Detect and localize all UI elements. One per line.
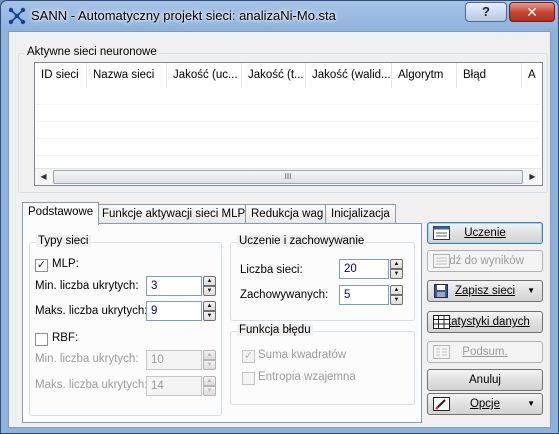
dialog-body: Aktywne sieci neuronowe ID sieci Nazwa s… bbox=[8, 31, 551, 428]
network-count-input[interactable]: 20 bbox=[339, 259, 389, 279]
title-bar[interactable]: SANN - Automatyczny projekt sieci: anali… bbox=[1, 1, 558, 30]
list-row bbox=[35, 105, 541, 122]
column-quality-validation[interactable]: Jakość (walid... bbox=[306, 63, 392, 88]
spin-up-icon[interactable]: ▲ bbox=[203, 376, 216, 386]
rbf-max-hidden-input[interactable]: 14 bbox=[146, 376, 202, 396]
chevron-down-icon: ▼ bbox=[527, 286, 535, 295]
chevron-down-icon: ▼ bbox=[527, 399, 535, 408]
mlp-min-hidden-label: Min. liczba ukrytych: bbox=[35, 280, 139, 292]
horizontal-scrollbar[interactable]: ◀ III ▶ bbox=[35, 168, 541, 185]
list-row bbox=[35, 122, 541, 139]
rbf-min-hidden-input[interactable]: 10 bbox=[146, 350, 202, 370]
spin-up-icon[interactable]: ▲ bbox=[203, 301, 216, 311]
scroll-thumb[interactable]: III bbox=[53, 170, 523, 184]
options-label: Opcje bbox=[469, 398, 501, 410]
train-button[interactable]: Uczenie bbox=[427, 222, 543, 244]
rbf-max-hidden-label: Maks. liczba ukrytych: bbox=[35, 379, 148, 391]
entropy-checkbox[interactable] bbox=[242, 372, 255, 385]
mlp-label: MLP: bbox=[52, 258, 79, 270]
scroll-right-icon[interactable]: ▶ bbox=[524, 169, 541, 185]
rbf-max-hidden-spinner[interactable]: ▲ ▼ bbox=[203, 376, 216, 396]
save-networks-button[interactable]: Zapisz sieci ▼ bbox=[427, 280, 543, 302]
dialog-window: SANN - Automatyczny projekt sieci: anali… bbox=[0, 0, 559, 434]
column-quality-test[interactable]: Jakość (t... bbox=[242, 63, 306, 88]
summary-button[interactable]: Podsum. bbox=[427, 341, 543, 363]
column-id[interactable]: ID sieci bbox=[35, 63, 87, 88]
sann-app-icon bbox=[8, 7, 26, 25]
options-pen-icon bbox=[433, 397, 450, 411]
summary-label: Podsum. bbox=[462, 346, 508, 358]
column-quality-training[interactable]: Jakość (uc... bbox=[167, 63, 242, 88]
spin-down-icon[interactable]: ▼ bbox=[203, 386, 216, 396]
mlp-max-hidden-spinner[interactable]: ▲ ▼ bbox=[203, 301, 216, 321]
save-networks-label: Zapisz sieci bbox=[454, 285, 516, 297]
help-button[interactable]: ? bbox=[465, 2, 507, 22]
list-row bbox=[35, 88, 541, 105]
column-algorithm[interactable]: Algorytm bbox=[392, 63, 457, 88]
rbf-checkbox[interactable] bbox=[35, 333, 48, 346]
networks-list-header: ID sieci Nazwa sieci Jakość (uc... Jakoś… bbox=[35, 63, 541, 88]
goto-results-button[interactable]: Idź do wyników bbox=[427, 250, 543, 272]
network-count-label: Liczba sieci: bbox=[240, 264, 303, 276]
floppy-disk-icon bbox=[434, 284, 448, 298]
results-icon bbox=[433, 254, 450, 268]
spin-up-icon[interactable]: ▲ bbox=[203, 350, 216, 360]
column-activation[interactable]: A bbox=[522, 63, 541, 88]
sum-squares-label: Suma kwadratów bbox=[258, 349, 347, 361]
cancel-button[interactable]: Anuluj bbox=[427, 369, 543, 391]
retained-count-input[interactable]: 5 bbox=[339, 285, 389, 305]
spin-down-icon[interactable]: ▼ bbox=[203, 311, 216, 321]
retained-count-spinner[interactable]: ▲ ▼ bbox=[390, 285, 403, 305]
close-button[interactable]: ✕ bbox=[509, 2, 555, 22]
rbf-label: RBF: bbox=[52, 332, 79, 344]
tab-initialization[interactable]: Inicjalizacja bbox=[325, 204, 396, 225]
window-title: SANN - Automatyczny projekt sieci: anali… bbox=[31, 8, 336, 23]
scroll-left-icon[interactable]: ◀ bbox=[35, 169, 52, 185]
active-networks-label: Aktywne sieci neuronowe bbox=[25, 46, 159, 58]
tab-mlp-activation[interactable]: Funkcje aktywacji sieci MLP bbox=[96, 204, 252, 225]
summary-icon bbox=[433, 345, 450, 359]
spin-down-icon[interactable]: ▼ bbox=[390, 295, 403, 305]
training-group: Uczenie i zachowywanie bbox=[230, 235, 415, 321]
spin-up-icon[interactable]: ▲ bbox=[203, 276, 216, 286]
data-statistics-button[interactable]: Statystyki danych bbox=[427, 311, 543, 333]
mlp-checkbox[interactable]: ✓ bbox=[35, 259, 48, 272]
statistics-table-icon bbox=[433, 315, 450, 329]
rbf-min-hidden-label: Min. liczba ukrytych: bbox=[35, 353, 139, 365]
column-name[interactable]: Nazwa sieci bbox=[87, 63, 167, 88]
train-label: Uczenie bbox=[464, 227, 506, 239]
spin-down-icon[interactable]: ▼ bbox=[203, 286, 216, 296]
tab-weight-decay[interactable]: Redukcja wag bbox=[245, 204, 330, 225]
error-function-label: Funkcja błędu bbox=[237, 324, 313, 336]
mlp-max-hidden-input[interactable]: 9 bbox=[146, 301, 202, 321]
networks-list[interactable]: ID sieci Nazwa sieci Jakość (uc... Jakoś… bbox=[34, 62, 543, 186]
column-error[interactable]: Błąd bbox=[457, 63, 522, 88]
train-icon bbox=[433, 226, 450, 240]
network-count-spinner[interactable]: ▲ ▼ bbox=[390, 259, 403, 279]
error-function-group: Funkcja błędu bbox=[230, 324, 415, 405]
goto-results-label: Idź do wyników bbox=[446, 255, 524, 267]
retained-count-label: Zachowywanych: bbox=[240, 289, 329, 301]
mlp-min-hidden-spinner[interactable]: ▲ ▼ bbox=[203, 276, 216, 296]
list-row bbox=[35, 139, 541, 156]
data-statistics-label: Statystyki danych bbox=[440, 316, 530, 328]
sum-squares-checkbox[interactable]: ✓ bbox=[242, 350, 255, 363]
cancel-label: Anuluj bbox=[469, 374, 501, 386]
spin-up-icon[interactable]: ▲ bbox=[390, 259, 403, 269]
mlp-max-hidden-label: Maks. liczba ukrytych: bbox=[35, 305, 148, 317]
spin-down-icon[interactable]: ▼ bbox=[390, 269, 403, 279]
tab-basic[interactable]: Podstawowe bbox=[22, 202, 100, 225]
options-button[interactable]: Opcje ▼ bbox=[427, 393, 543, 415]
spin-up-icon[interactable]: ▲ bbox=[390, 285, 403, 295]
mlp-min-hidden-input[interactable]: 3 bbox=[146, 276, 202, 296]
training-group-label: Uczenie i zachowywanie bbox=[237, 235, 367, 247]
entropy-label: Entropia wzajemna bbox=[258, 371, 356, 383]
network-types-label: Typy sieci bbox=[36, 235, 91, 247]
rbf-min-hidden-spinner[interactable]: ▲ ▼ bbox=[203, 350, 216, 370]
spin-down-icon[interactable]: ▼ bbox=[203, 360, 216, 370]
